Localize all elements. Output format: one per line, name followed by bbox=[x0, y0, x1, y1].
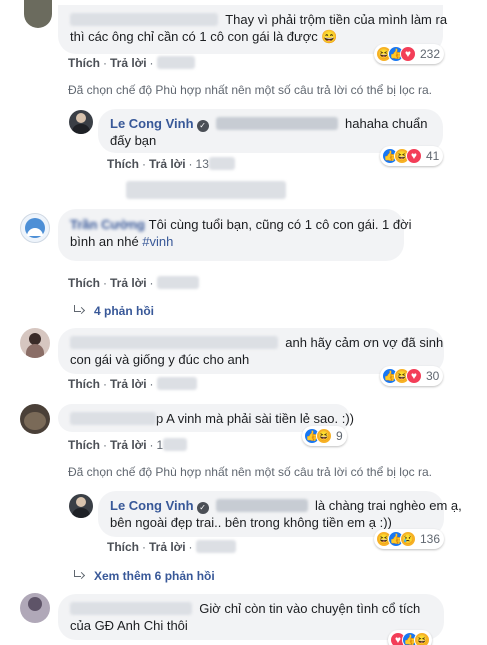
avatar[interactable] bbox=[24, 0, 52, 28]
haha-icon: 😆 bbox=[316, 428, 332, 444]
filter-note: Đã chọn chế độ Phù hợp nhất nên một số c… bbox=[68, 465, 432, 479]
avatar[interactable] bbox=[20, 328, 50, 358]
blurred-mention bbox=[215, 117, 338, 130]
avatar[interactable] bbox=[20, 404, 50, 434]
reply-link[interactable]: Trả lời bbox=[110, 377, 147, 391]
comment-text: p A vinh mà phải sài tiền lẻ sao. :)) bbox=[156, 411, 354, 426]
comment-actions: Thích · Trả lời · bbox=[107, 540, 236, 554]
reply-link[interactable]: Trả lời bbox=[149, 540, 186, 554]
blurred-timestamp bbox=[156, 56, 195, 69]
love-icon: ♥ bbox=[406, 368, 422, 384]
blurred-timestamp bbox=[163, 438, 188, 451]
reply-arrow-icon bbox=[72, 570, 86, 582]
timestamp: 13 bbox=[195, 157, 209, 171]
author-name[interactable]: Le Cong Vinh bbox=[110, 116, 194, 131]
comment-text: Thay vì phải trộm tiền của mình làm ra bbox=[225, 12, 448, 27]
blurred-author-name bbox=[70, 336, 278, 349]
author-name[interactable]: Le Cong Vinh bbox=[110, 498, 194, 513]
comment-actions: Thích · Trả lời · bbox=[68, 377, 197, 391]
reply-arrow-icon bbox=[72, 305, 86, 317]
blurred-author-name bbox=[70, 13, 218, 26]
comment-text: đấy bạn bbox=[110, 133, 157, 148]
reply-link[interactable]: Trả lời bbox=[149, 157, 186, 171]
avatar[interactable] bbox=[20, 213, 50, 243]
timestamp: 1 bbox=[156, 438, 164, 452]
blurred-timestamp bbox=[156, 377, 197, 390]
love-icon: ♥ bbox=[406, 148, 422, 164]
comment-text: của GĐ Anh Chi thôi bbox=[70, 618, 188, 633]
blurred-timestamp bbox=[195, 540, 236, 553]
comment-text: Tôi cùng tuổi bạn, cũng có 1 cô con gái.… bbox=[148, 217, 412, 232]
like-link[interactable]: Thích bbox=[68, 377, 100, 391]
sad-icon: 😢 bbox=[400, 531, 416, 547]
like-link[interactable]: Thích bbox=[68, 438, 100, 452]
comment-actions: Thích · Trả lời · 13 bbox=[107, 157, 235, 171]
reply-link[interactable]: Trả lời bbox=[110, 438, 147, 452]
comment-text: thì các ông chỉ cần có 1 cô con gái là đ… bbox=[70, 29, 338, 44]
like-link[interactable]: Thích bbox=[68, 56, 100, 70]
hashtag-link[interactable]: #vinh bbox=[142, 234, 173, 249]
reaction-count: 9 bbox=[336, 429, 343, 443]
reaction-summary[interactable]: ♥ 👍 😆 bbox=[388, 630, 432, 645]
reaction-count: 136 bbox=[420, 532, 441, 546]
reaction-count: 41 bbox=[426, 149, 440, 163]
avatar[interactable] bbox=[20, 593, 50, 623]
comment-text: bình an nhé bbox=[70, 234, 143, 249]
blurred-line bbox=[126, 181, 286, 199]
view-replies-link[interactable]: 4 phản hồi bbox=[72, 304, 154, 318]
filter-note: Đã chọn chế độ Phù hợp nhất nên một số c… bbox=[68, 83, 432, 97]
reaction-summary[interactable]: 👍 😆 9 bbox=[302, 426, 347, 446]
reaction-summary[interactable]: 😆 👍 ♥ 232 bbox=[374, 44, 445, 64]
avatar[interactable] bbox=[69, 494, 93, 518]
reply-link[interactable]: Trả lời bbox=[110, 56, 147, 70]
haha-icon: 😆 bbox=[414, 632, 430, 645]
like-link[interactable]: Thích bbox=[107, 157, 139, 171]
reaction-summary[interactable]: 👍 😆 ♥ 30 bbox=[380, 366, 444, 386]
reply-link[interactable]: Trả lời bbox=[110, 276, 147, 290]
verified-badge-icon: ✓ bbox=[196, 501, 209, 514]
blurred-author-name bbox=[70, 412, 156, 425]
reaction-summary[interactable]: 👍 😆 ♥ 41 bbox=[380, 146, 444, 166]
blurred-timestamp bbox=[208, 157, 235, 170]
blurred-timestamp bbox=[156, 276, 199, 289]
comment-actions: Thích · Trả lời · bbox=[68, 56, 195, 70]
avatar[interactable] bbox=[69, 110, 93, 134]
love-icon: ♥ bbox=[400, 46, 416, 62]
like-link[interactable]: Thích bbox=[107, 540, 139, 554]
comment-text: con gái và giống y đúc cho anh bbox=[70, 352, 250, 367]
reaction-count: 232 bbox=[420, 47, 441, 61]
comment-text: là chàng trai nghèo em ạ, bbox=[315, 498, 462, 513]
comment-actions: Thích · Trả lời · bbox=[68, 276, 199, 290]
comment-text: anh hãy cảm ơn vợ đã sinh bbox=[285, 335, 444, 350]
comment-actions: Thích · Trả lời · 1 bbox=[68, 438, 188, 452]
verified-badge-icon: ✓ bbox=[196, 119, 209, 132]
author-name[interactable]: Trần Cường bbox=[70, 217, 145, 232]
comment-bubble: Giờ chỉ còn tin vào chuyện tình cổ tích … bbox=[58, 594, 444, 640]
blurred-mention bbox=[215, 499, 308, 512]
view-more-replies-link[interactable]: Xem thêm 6 phản hồi bbox=[72, 569, 215, 583]
comment-text: hahaha chuẩn bbox=[345, 116, 428, 131]
comment-bubble: Trần Cường Tôi cùng tuổi bạn, cũng có 1 … bbox=[58, 209, 412, 261]
reaction-count: 30 bbox=[426, 369, 440, 383]
like-link[interactable]: Thích bbox=[68, 276, 100, 290]
comment-text: Giờ chỉ còn tin vào chuyện tình cổ tích bbox=[199, 601, 421, 616]
reaction-summary[interactable]: 😆 👍 😢 136 bbox=[374, 529, 445, 549]
blurred-author-name bbox=[70, 602, 192, 615]
